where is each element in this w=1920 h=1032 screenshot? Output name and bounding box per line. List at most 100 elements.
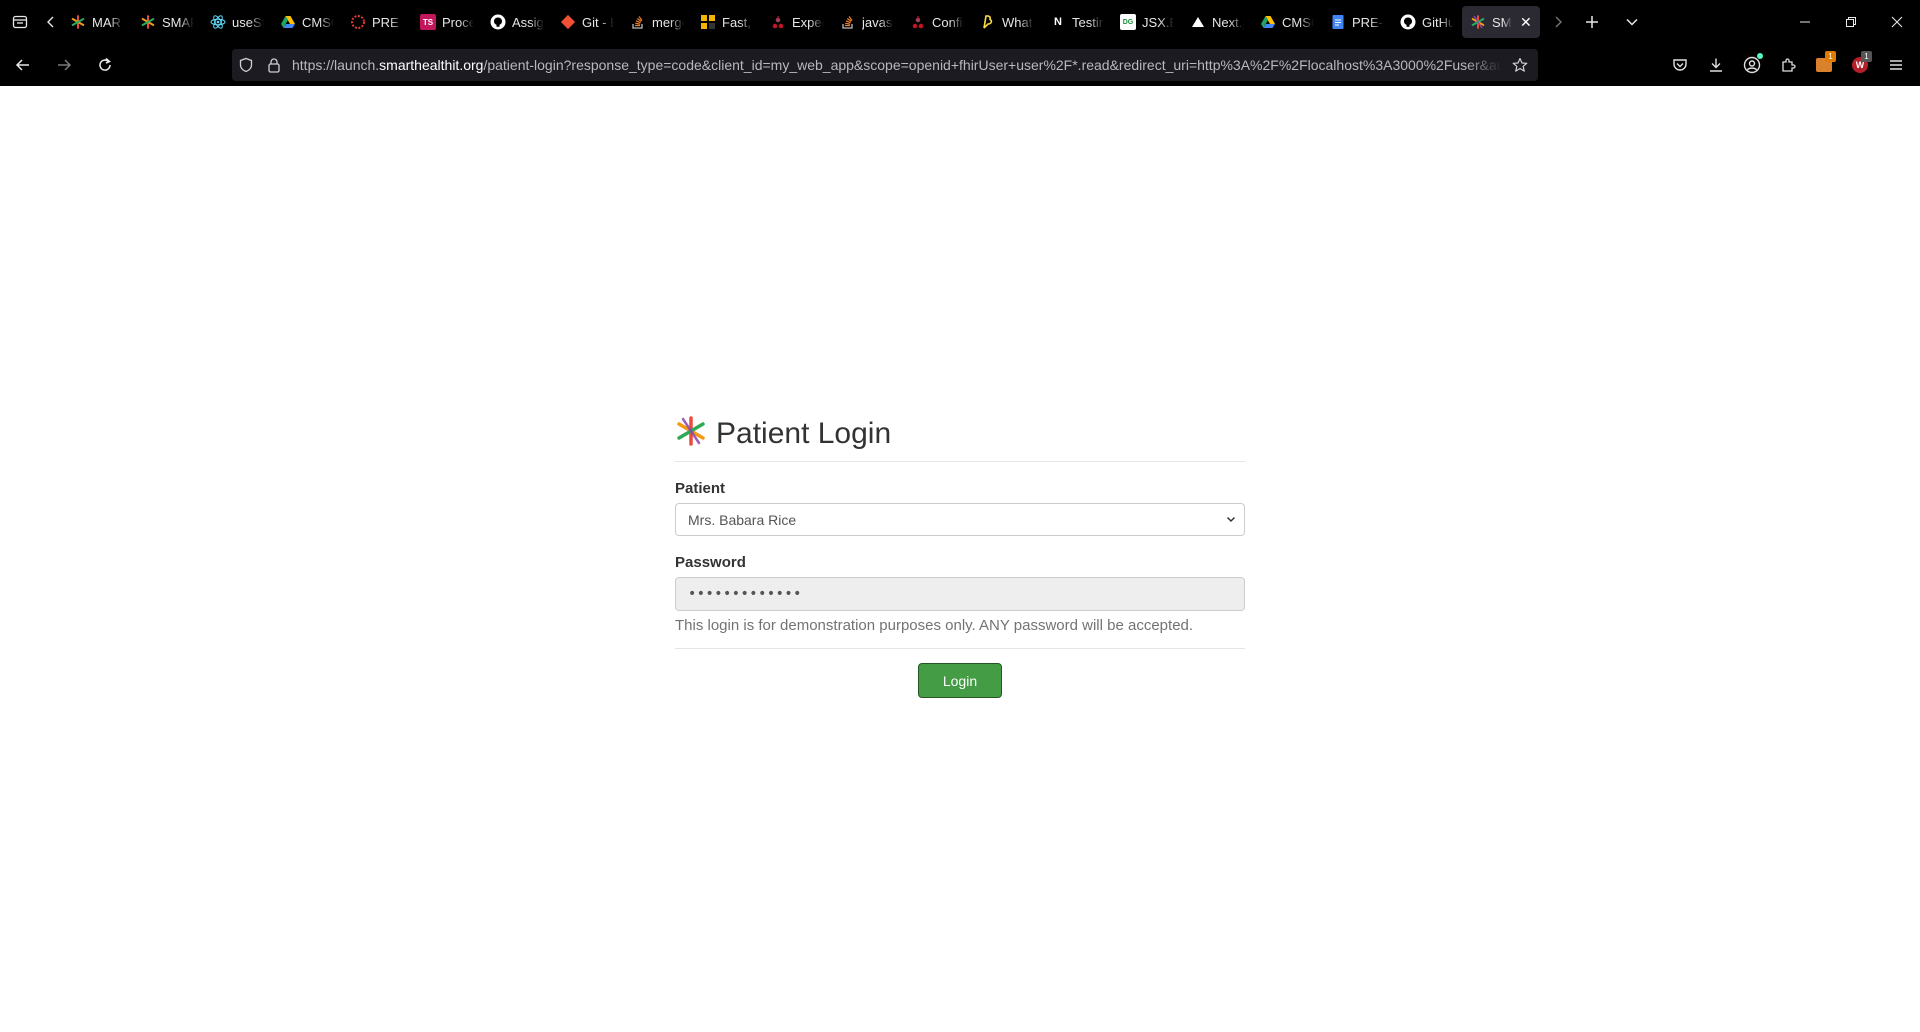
tab-label: PRE - <box>372 14 404 30</box>
page-title: Patient Login <box>716 416 892 450</box>
tab[interactable]: Config <box>902 6 972 38</box>
password-field[interactable] <box>675 577 1245 611</box>
tab-label: MAR <box>92 14 121 30</box>
smart-logo-icon <box>675 415 707 452</box>
close-window-icon[interactable] <box>1874 0 1920 44</box>
tab[interactable]: Git - B <box>552 6 622 38</box>
bookmark-star-icon[interactable] <box>1502 49 1538 81</box>
tab[interactable]: TS Proce <box>412 6 482 38</box>
tab-label: JSX.Ele <box>1142 14 1174 30</box>
red-ring-icon <box>350 14 366 30</box>
account-icon[interactable] <box>1734 47 1770 83</box>
tab[interactable]: useSt <box>202 6 272 38</box>
tab[interactable]: merge <box>622 6 692 38</box>
patient-label: Patient <box>675 480 726 497</box>
tab[interactable]: Expec <box>762 6 832 38</box>
restore-icon[interactable] <box>1828 0 1874 44</box>
list-all-tabs-icon[interactable] <box>1612 0 1652 44</box>
login-panel: Patient Login Patient Mrs. Babara Rice P… <box>675 416 1245 698</box>
tab-scroll-right-icon[interactable] <box>1544 0 1572 44</box>
tab[interactable]: Assign <box>482 6 552 38</box>
url-bar[interactable]: https://launch.smarthealthit.org/patient… <box>232 49 1538 81</box>
babel-icon <box>980 14 996 30</box>
tab-label: Config <box>932 14 964 30</box>
tab[interactable]: MAR <box>62 6 132 38</box>
tab-scroll-left-icon[interactable] <box>40 0 62 44</box>
tab-label: SMAR <box>162 14 194 30</box>
patient-select[interactable]: Mrs. Babara Rice <box>675 503 1245 536</box>
tab-label: Git - B <box>582 14 614 30</box>
tab[interactable]: Fast, d <box>692 6 762 38</box>
tab-label: PRE-D <box>1352 14 1384 30</box>
firefox-view-icon[interactable] <box>0 0 40 44</box>
tab[interactable]: CMSC <box>272 6 342 38</box>
vercel-icon <box>1190 14 1206 30</box>
page-content: Patient Login Patient Mrs. Babara Rice P… <box>0 86 1920 1032</box>
extension-badge: 1 <box>1825 51 1836 62</box>
tab-label: useSt <box>232 14 264 30</box>
close-tab-icon[interactable]: ✕ <box>1520 14 1532 31</box>
tab-label: Expec <box>792 14 824 30</box>
reload-icon[interactable] <box>87 47 123 83</box>
login-header: Patient Login <box>675 416 1245 462</box>
tab[interactable]: DG JSX.Ele <box>1112 6 1182 38</box>
tab-label: javasc <box>862 14 894 30</box>
grid-icon <box>700 14 716 30</box>
minimize-icon[interactable] <box>1782 0 1828 44</box>
login-button[interactable]: Login <box>918 663 1002 698</box>
jest-icon <box>910 14 926 30</box>
extension-orange-icon[interactable]: 1 <box>1806 47 1842 83</box>
password-label: Password <box>675 554 746 571</box>
browser-nav-bar: https://launch.smarthealthit.org/patient… <box>0 44 1920 86</box>
extensions-icon[interactable] <box>1770 47 1806 83</box>
divider <box>675 648 1245 649</box>
tab-strip: MAR SMAR useSt CMSC PRE - TS Proce Assign Git - … <box>62 0 1462 44</box>
sync-dot-icon <box>1757 53 1763 59</box>
nextjs-n-icon: N <box>1054 16 1062 28</box>
tab-label: CMSC <box>1282 14 1314 30</box>
tab[interactable]: What <box>972 6 1042 38</box>
react-icon <box>210 14 226 30</box>
extension-badge: 1 <box>1861 51 1872 62</box>
smart-logo-icon <box>1470 14 1486 30</box>
tab-label: What <box>1002 14 1033 30</box>
lock-icon[interactable] <box>260 49 288 81</box>
smart-logo-icon <box>70 14 86 30</box>
tab-label: Proce <box>442 14 474 30</box>
tab[interactable]: GitHu <box>1392 6 1462 38</box>
google-docs-icon <box>1330 14 1346 30</box>
tab[interactable]: javasc <box>832 6 902 38</box>
stackoverflow-icon <box>840 14 856 30</box>
tab-label: CMSC <box>302 14 334 30</box>
tab[interactable]: Next.j <box>1182 6 1252 38</box>
tab-label: merge <box>652 14 684 30</box>
google-drive-icon <box>1260 14 1276 30</box>
google-drive-icon <box>280 14 296 30</box>
browser-tab-bar: MAR SMAR useSt CMSC PRE - TS Proce Assign Git - … <box>0 0 1920 44</box>
extension-red-icon[interactable]: W 1 <box>1842 47 1878 83</box>
forward-icon[interactable] <box>46 47 82 83</box>
help-text: This login is for demonstration purposes… <box>675 617 1194 634</box>
smart-logo-icon <box>140 14 156 30</box>
dg-icon: DG <box>1120 14 1136 30</box>
tab[interactable]: PRE - <box>342 6 412 38</box>
downloads-icon[interactable] <box>1698 47 1734 83</box>
tab[interactable]: SMAR <box>132 6 202 38</box>
button-row: Login <box>675 663 1245 698</box>
tab-label: Fast, d <box>722 14 754 30</box>
tracking-protection-shield-icon[interactable] <box>232 49 260 81</box>
tab[interactable]: CMSC <box>1252 6 1322 38</box>
pocket-icon[interactable] <box>1662 47 1698 83</box>
jest-icon <box>770 14 786 30</box>
tab-label: Assign <box>512 14 544 30</box>
url-text[interactable]: https://launch.smarthealthit.org/patient… <box>288 57 1502 73</box>
tab[interactable]: PRE-D <box>1322 6 1392 38</box>
patient-select-wrapper: Mrs. Babara Rice <box>675 503 1245 536</box>
tab-label: SM <box>1492 14 1512 30</box>
new-tab-icon[interactable] <box>1572 0 1612 44</box>
menu-icon[interactable] <box>1878 47 1914 83</box>
tab-label: Testin <box>1072 14 1104 30</box>
back-icon[interactable] <box>5 47 41 83</box>
tab[interactable]: N Testin <box>1042 6 1112 38</box>
tab-active[interactable]: SM ✕ <box>1462 6 1540 38</box>
